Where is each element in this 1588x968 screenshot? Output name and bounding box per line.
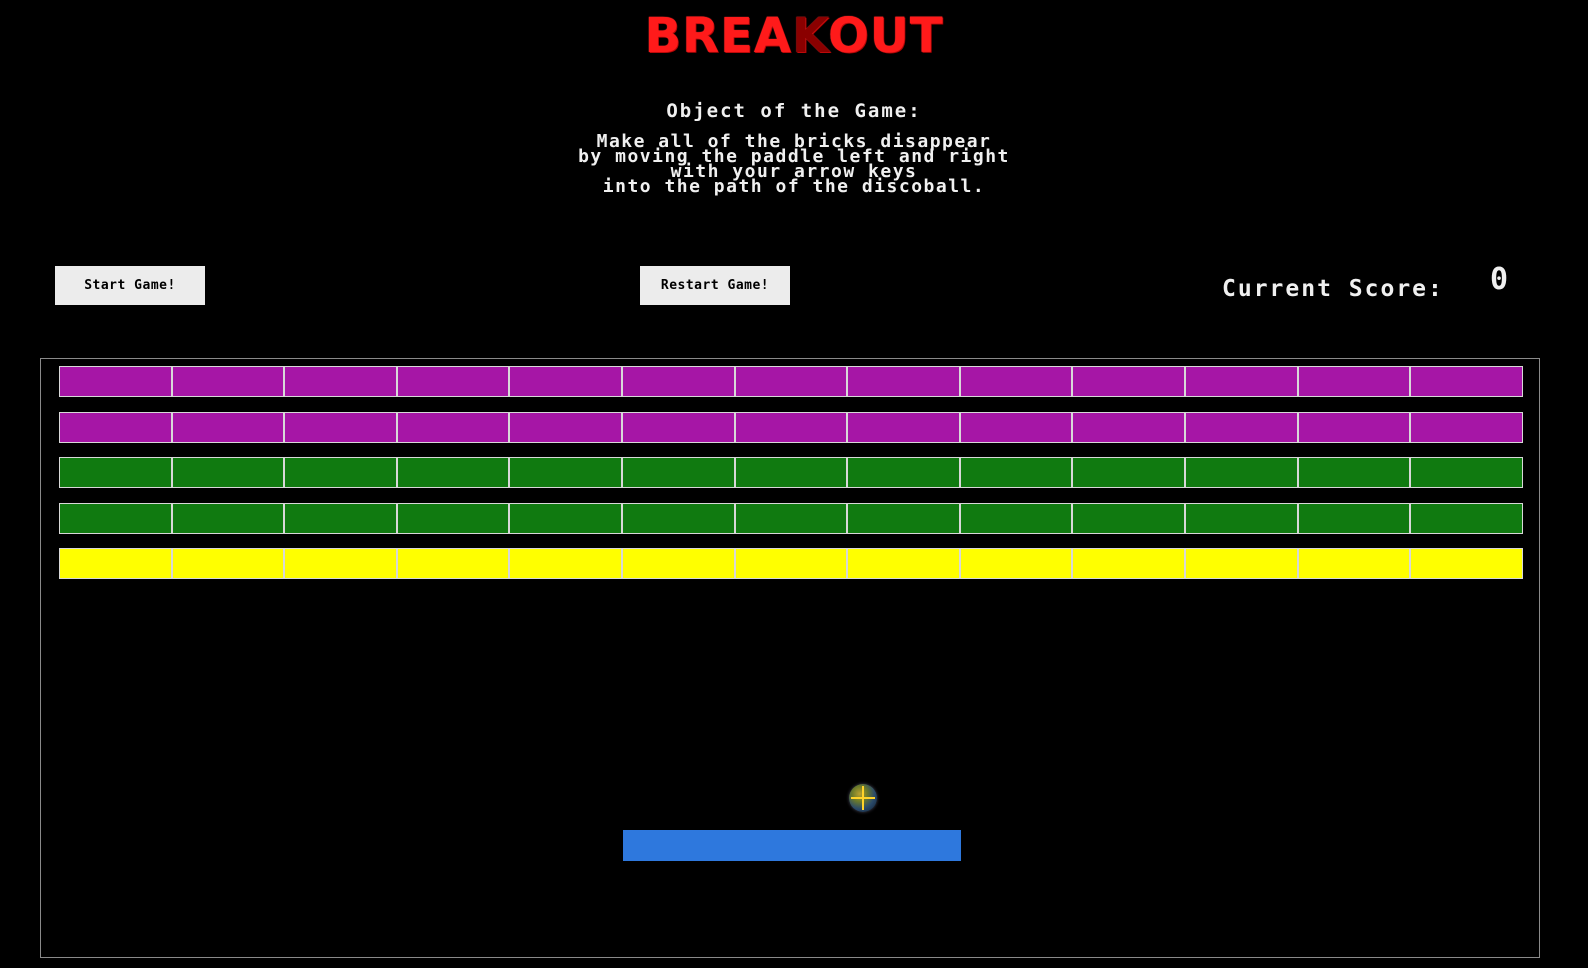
brick-row <box>59 412 1523 443</box>
score-value: 0 <box>1490 262 1509 297</box>
brick <box>847 548 960 579</box>
brick <box>1072 366 1186 397</box>
brick <box>959 366 1073 397</box>
objective-line: into the path of the discoball. <box>602 176 986 197</box>
objective-text: Make all of the bricks disappear by movi… <box>0 133 1588 197</box>
brick <box>284 503 397 534</box>
brick <box>959 457 1073 488</box>
brick <box>1072 412 1186 443</box>
brick <box>396 503 510 534</box>
brick <box>847 503 960 534</box>
brick <box>622 412 735 443</box>
brick <box>396 548 510 579</box>
brick <box>509 457 623 488</box>
brick <box>284 366 397 397</box>
brick <box>1410 457 1523 488</box>
start-game-button[interactable]: Start Game! <box>55 266 205 305</box>
discoball-icon <box>849 784 877 812</box>
logo-text-k: K <box>791 8 828 64</box>
brick <box>59 457 172 488</box>
brick <box>622 548 735 579</box>
brick <box>284 457 397 488</box>
brick <box>734 548 848 579</box>
restart-game-button[interactable]: Restart Game! <box>640 266 790 305</box>
brick <box>622 366 735 397</box>
brick <box>59 412 172 443</box>
brick <box>59 366 172 397</box>
brick-row <box>59 503 1523 534</box>
brick <box>284 548 397 579</box>
brick <box>396 366 510 397</box>
brick <box>396 412 510 443</box>
brick <box>847 457 960 488</box>
brick <box>59 548 172 579</box>
brick <box>171 503 285 534</box>
brick <box>734 366 848 397</box>
brick <box>1185 503 1298 534</box>
brick <box>734 412 848 443</box>
brick <box>1185 457 1298 488</box>
brick <box>1072 457 1186 488</box>
brick <box>959 548 1073 579</box>
brick <box>509 548 623 579</box>
brick <box>1185 548 1298 579</box>
game-board[interactable] <box>40 358 1540 958</box>
brick <box>959 412 1073 443</box>
brick <box>509 412 623 443</box>
brick <box>622 503 735 534</box>
brick-row <box>59 457 1523 488</box>
brick <box>1297 366 1411 397</box>
brick <box>171 548 285 579</box>
brick <box>1185 412 1298 443</box>
brick <box>1410 548 1523 579</box>
brick <box>509 366 623 397</box>
brick <box>847 412 960 443</box>
brick <box>622 457 735 488</box>
brick <box>171 412 285 443</box>
brick <box>284 412 397 443</box>
objective-heading: Object of the Game: <box>666 100 922 122</box>
brick <box>1185 366 1298 397</box>
brick <box>734 503 848 534</box>
brick <box>1410 366 1523 397</box>
brick <box>847 366 960 397</box>
brick <box>734 457 848 488</box>
brick <box>171 366 285 397</box>
logo-text-end: OUT <box>828 8 944 64</box>
brick <box>396 457 510 488</box>
brick <box>1297 503 1411 534</box>
brick <box>1072 548 1186 579</box>
score-label: Current Score: <box>1222 276 1444 302</box>
brick <box>1410 412 1523 443</box>
logo-text-main: BREA <box>644 8 792 64</box>
brick <box>959 503 1073 534</box>
brick <box>1297 548 1411 579</box>
brick <box>1297 412 1411 443</box>
brick <box>59 503 172 534</box>
brick <box>171 457 285 488</box>
brick <box>1297 457 1411 488</box>
paddle[interactable] <box>623 830 961 861</box>
brick-row <box>59 366 1523 397</box>
brick <box>509 503 623 534</box>
brick <box>1410 503 1523 534</box>
brick-row <box>59 548 1523 579</box>
game-logo: BREAKOUT <box>0 4 1588 68</box>
brick <box>1072 503 1186 534</box>
